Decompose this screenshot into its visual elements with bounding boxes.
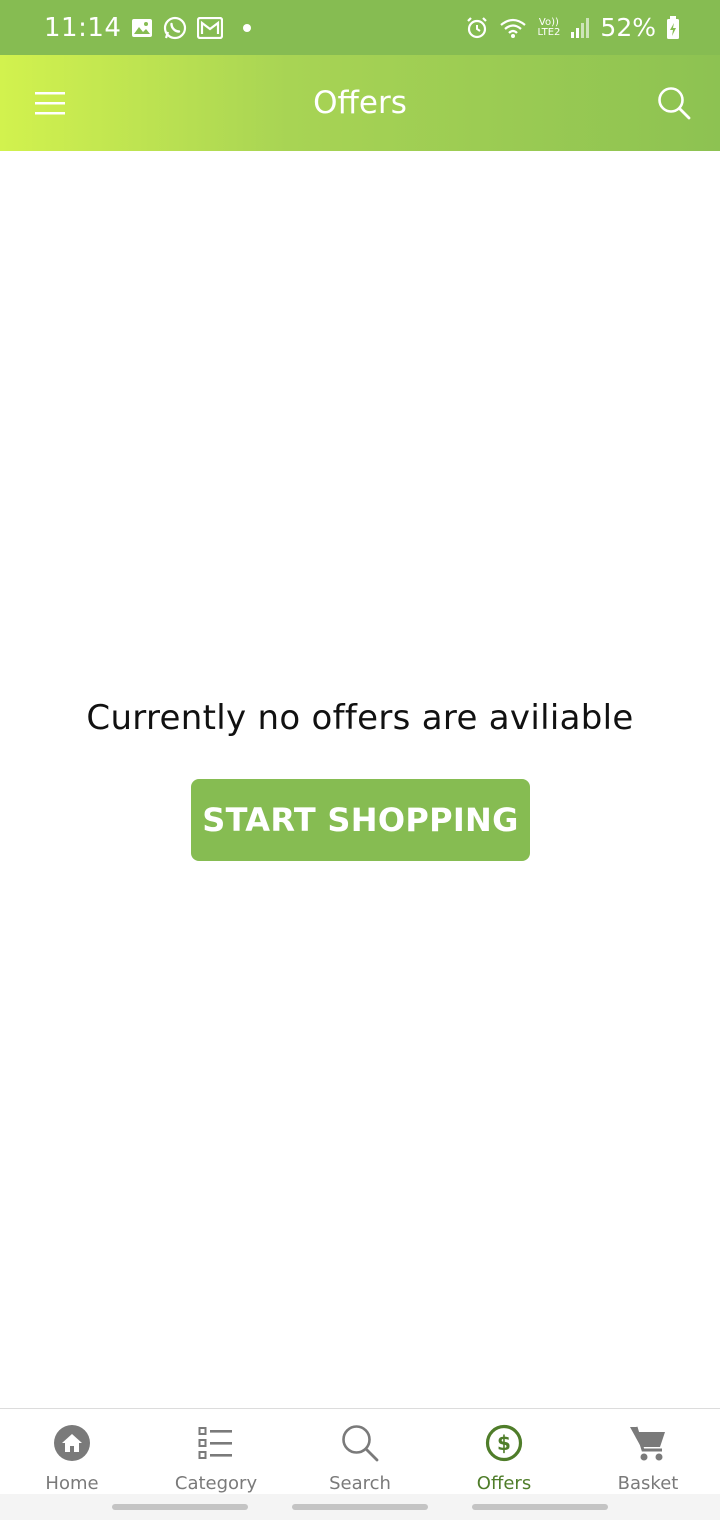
hamburger-menu-icon (35, 92, 65, 115)
dollar-circle-icon: $ (484, 1423, 524, 1463)
nav-item-offers[interactable]: $ Offers (432, 1409, 576, 1494)
nav-item-category[interactable]: Category (144, 1409, 288, 1494)
search-icon (658, 87, 691, 120)
system-gesture-bar (0, 1494, 720, 1520)
gesture-handle-right[interactable] (472, 1504, 608, 1510)
notification-dot-icon (243, 23, 252, 32)
search-icon (340, 1423, 380, 1463)
nav-label-search: Search (329, 1473, 391, 1494)
status-time: 11:14 (44, 12, 122, 43)
network-label-bottom: LTE2 (537, 26, 561, 38)
gesture-handle-center[interactable] (292, 1504, 428, 1510)
bottom-nav: Home Category Search $ Offers Basket (0, 1408, 720, 1494)
list-icon (196, 1423, 236, 1463)
alarm-icon (465, 16, 489, 40)
network-label-top: Vo)) (538, 16, 559, 28)
page-title: Offers (313, 85, 407, 121)
nav-label-home: Home (45, 1473, 99, 1494)
start-shopping-button[interactable]: START SHOPPING (191, 779, 530, 861)
home-icon (52, 1423, 92, 1463)
signal-icon (570, 17, 590, 39)
search-button[interactable] (654, 83, 694, 123)
battery-charging-icon (666, 15, 680, 40)
nav-label-category: Category (174, 1473, 258, 1494)
empty-state-message: Currently no offers are aviliable (86, 698, 634, 738)
battery-percent: 52% (600, 13, 656, 42)
nav-item-basket[interactable]: Basket (576, 1409, 720, 1494)
status-bar: 11:14 Vo)) LTE2 52% (0, 0, 720, 55)
mail-icon (197, 16, 224, 39)
gallery-icon (131, 18, 153, 38)
nav-item-home[interactable]: Home (0, 1409, 144, 1494)
app-bar: Offers (0, 55, 720, 151)
menu-button[interactable] (30, 83, 70, 123)
nav-label-basket: Basket (617, 1473, 679, 1494)
whatsapp-icon (163, 16, 187, 40)
status-left: 11:14 (44, 12, 252, 43)
svg-text:$: $ (497, 1431, 511, 1455)
nav-item-search[interactable]: Search (288, 1409, 432, 1494)
nav-label-offers: Offers (476, 1473, 532, 1494)
status-right: Vo)) LTE2 52% (465, 13, 680, 42)
wifi-icon (499, 17, 527, 39)
gesture-handle-left[interactable] (112, 1504, 248, 1510)
network-type-icon: Vo)) LTE2 (537, 16, 561, 38)
cart-icon (628, 1423, 668, 1463)
